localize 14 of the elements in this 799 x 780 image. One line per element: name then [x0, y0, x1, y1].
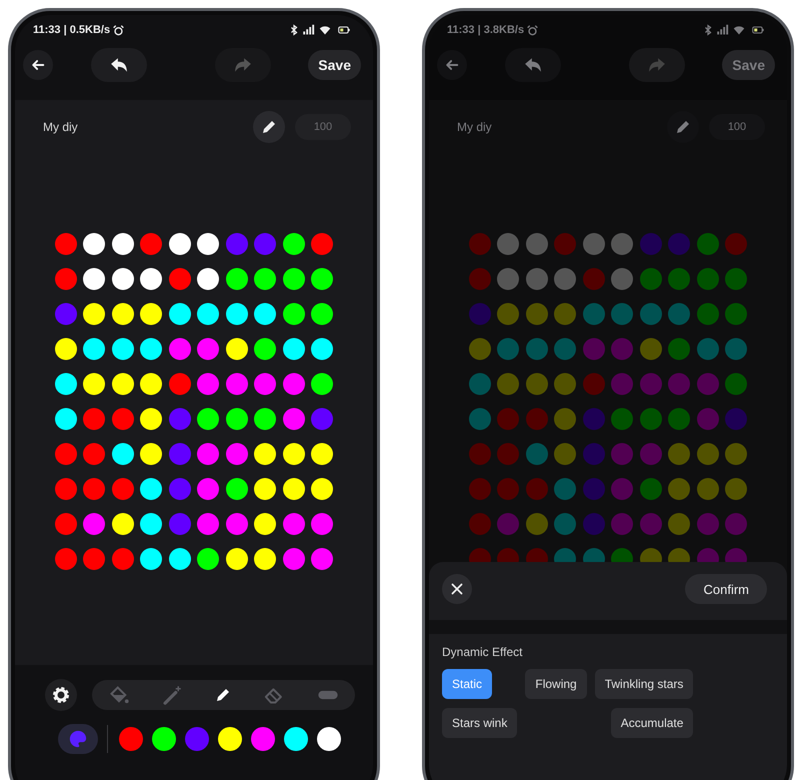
status-time: 11:33 | 3.8KB/s: [447, 24, 524, 36]
brightness-value: 100: [709, 114, 765, 140]
status-time: 11:33 | 0.5KB/s: [33, 24, 110, 36]
effect-chip[interactable]: Accumulate: [610, 708, 694, 738]
effect-chip[interactable]: Twinkling stars: [594, 669, 694, 699]
section-title: Dynamic Effect: [442, 644, 524, 660]
effect-chip[interactable]: Flowing: [525, 669, 587, 699]
pattern-name: My diy: [457, 120, 493, 134]
confirm-button[interactable]: Confirm: [685, 574, 767, 604]
brightness-value: 100: [295, 114, 351, 140]
save-button[interactable]: Save: [722, 50, 775, 80]
pattern-name: My diy: [43, 120, 79, 134]
effect-chip[interactable]: Stars wink: [442, 708, 518, 738]
save-button[interactable]: Save: [308, 50, 361, 80]
